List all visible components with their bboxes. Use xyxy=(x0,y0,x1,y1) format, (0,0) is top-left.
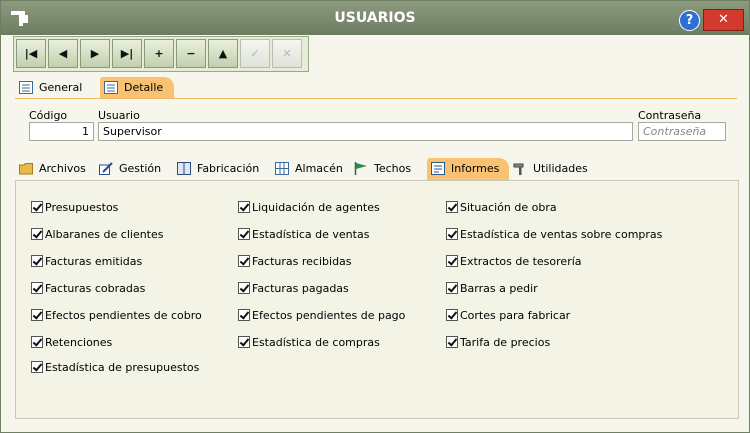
checkbox-label: Efectos pendientes de cobro xyxy=(45,309,202,322)
checkbox-label: Retenciones xyxy=(45,336,113,349)
tab-general-label: General xyxy=(39,81,83,94)
report-icon xyxy=(431,162,445,175)
edit-record-button[interactable]: ▲ xyxy=(208,39,238,68)
last-record-button[interactable]: ▶| xyxy=(112,39,142,68)
pen-document-icon xyxy=(99,162,113,175)
tab-almacen[interactable]: Almacén xyxy=(271,158,351,180)
record-navigation-toolbar: |◀ ◀ ▶ ▶| + − ▲ ✓ ✕ xyxy=(13,36,309,72)
cancel-button[interactable]: ✕ xyxy=(272,39,302,68)
checkbox-box[interactable] xyxy=(31,361,43,373)
tools-icon xyxy=(513,163,524,175)
checkbox-label: Estadística de ventas sobre compras xyxy=(460,228,663,241)
tab-almacen-label: Almacén xyxy=(295,162,343,175)
tab-general[interactable]: General xyxy=(15,77,93,99)
checkbox-box[interactable] xyxy=(31,228,43,240)
checkbox-label: Albaranes de clientes xyxy=(45,228,164,241)
checkbox-box[interactable] xyxy=(238,201,250,213)
window-frame-icon xyxy=(177,162,191,175)
tab-archivos[interactable]: Archivos xyxy=(15,158,91,180)
tab-gestion[interactable]: Gestión xyxy=(95,158,167,180)
checkbox-box[interactable] xyxy=(446,228,458,240)
tab-techos-label: Techos xyxy=(374,162,412,175)
help-button[interactable]: ? xyxy=(679,10,700,31)
list-icon xyxy=(19,81,33,94)
checkbox-box[interactable] xyxy=(446,282,458,294)
checkbox-box[interactable] xyxy=(238,228,250,240)
checkbox-label: Barras a pedir xyxy=(460,282,538,295)
tab-utilidades-label: Utilidades xyxy=(533,162,588,175)
checkbox-box[interactable] xyxy=(31,201,43,213)
previous-record-button[interactable]: ◀ xyxy=(48,39,78,68)
checkbox-box[interactable] xyxy=(238,282,250,294)
tab-techos[interactable]: Techos xyxy=(350,158,420,180)
checkbox-box[interactable] xyxy=(31,282,43,294)
codigo-label: Código xyxy=(29,109,68,122)
tab-fabricacion[interactable]: Fabricación xyxy=(173,158,267,180)
checkbox-label: Efectos pendientes de pago xyxy=(252,309,406,322)
password-label: Contraseña xyxy=(638,109,702,122)
checkbox-box[interactable] xyxy=(238,309,250,321)
confirm-button[interactable]: ✓ xyxy=(240,39,270,68)
tab-gestion-label: Gestión xyxy=(119,162,162,175)
add-record-button[interactable]: + xyxy=(144,39,174,68)
password-field[interactable]: Contraseña xyxy=(638,122,726,141)
checkbox-label: Estadística de presupuestos xyxy=(45,361,200,374)
warehouse-grid-icon xyxy=(275,162,289,175)
codigo-field[interactable]: 1 xyxy=(29,122,94,141)
informes-panel: Presupuestos Albaranes de clientes Factu… xyxy=(15,180,739,419)
checkbox-label: Facturas recibidas xyxy=(252,255,352,268)
checkbox-label: Tarifa de precios xyxy=(460,336,551,349)
checkbox-label: Estadística de compras xyxy=(252,336,380,349)
tab-divider xyxy=(15,98,737,99)
title-bar: USUARIOS ? ✕ xyxy=(1,1,749,35)
checkbox-box[interactable] xyxy=(446,255,458,267)
detail-list-icon xyxy=(104,81,118,94)
next-record-button[interactable]: ▶ xyxy=(80,39,110,68)
tab-fabricacion-label: Fabricación xyxy=(197,162,260,175)
close-button[interactable]: ✕ xyxy=(703,9,744,31)
first-record-button[interactable]: |◀ xyxy=(16,39,46,68)
tab-informes-label: Informes xyxy=(451,162,500,175)
usuarios-window: USUARIOS ? ✕ |◀ ◀ ▶ ▶| + − ▲ ✓ ✕ General… xyxy=(0,0,750,433)
checkbox-box[interactable] xyxy=(446,201,458,213)
checkbox-label: Situación de obra xyxy=(460,201,557,214)
checkbox-label: Estadística de ventas xyxy=(252,228,370,241)
tab-utilidades[interactable]: Utilidades xyxy=(509,158,589,180)
checkbox-label: Facturas emitidas xyxy=(45,255,143,268)
checkbox-label: Facturas pagadas xyxy=(252,282,349,295)
checkbox-label: Facturas cobradas xyxy=(45,282,146,295)
usuario-field[interactable]: Supervisor xyxy=(98,122,633,141)
tab-detalle-label: Detalle xyxy=(124,81,164,94)
checkbox-box[interactable] xyxy=(238,336,250,348)
checkbox-box[interactable] xyxy=(31,336,43,348)
flag-icon xyxy=(354,162,367,175)
tab-detalle[interactable]: Detalle xyxy=(100,77,174,99)
delete-record-button[interactable]: − xyxy=(176,39,206,68)
tab-archivos-label: Archivos xyxy=(39,162,86,175)
folder-icon xyxy=(19,163,33,175)
checkbox-label: Presupuestos xyxy=(45,201,119,214)
checkbox-box[interactable] xyxy=(238,255,250,267)
window-title: USUARIOS xyxy=(334,10,416,26)
checkbox-label: Cortes para fabricar xyxy=(460,309,571,322)
checkbox-label: Extractos de tesorería xyxy=(460,255,582,268)
checkbox-box[interactable] xyxy=(446,309,458,321)
checkbox-label: Liquidación de agentes xyxy=(252,201,380,214)
checkbox-box[interactable] xyxy=(31,255,43,267)
tab-informes[interactable]: Informes xyxy=(427,158,509,180)
checkbox-box[interactable] xyxy=(446,336,458,348)
usuario-label: Usuario xyxy=(98,109,140,122)
checkbox-box[interactable] xyxy=(31,309,43,321)
